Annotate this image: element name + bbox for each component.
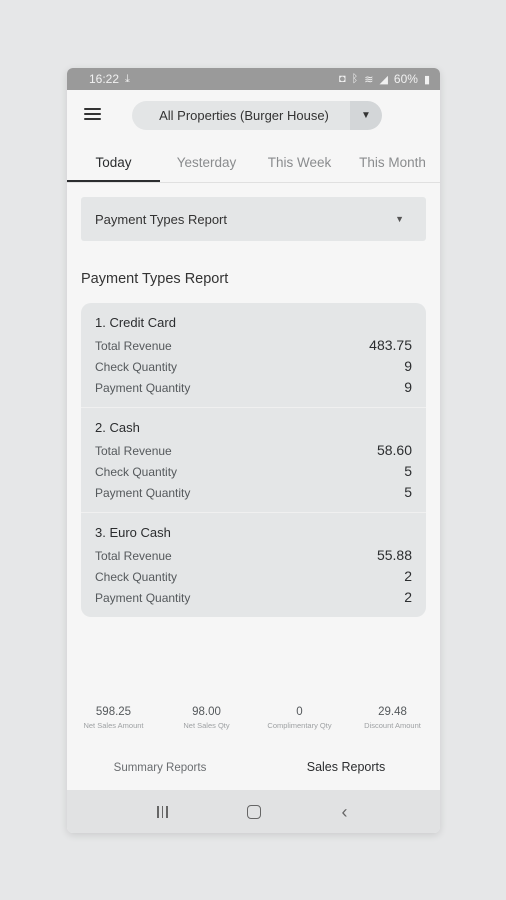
nav-summary-reports[interactable]: Summary Reports bbox=[67, 752, 253, 790]
row-label: Check Quantity bbox=[95, 465, 178, 479]
battery-icon: ▮ bbox=[423, 73, 430, 86]
payment-row: Total Revenue 58.60 bbox=[95, 442, 412, 463]
row-label: Total Revenue bbox=[95, 444, 172, 458]
property-selector[interactable]: All Properties (Burger House) ▼ bbox=[132, 101, 382, 130]
alarm-icon: ◘ bbox=[338, 73, 346, 85]
nav-sales-reports[interactable]: Sales Reports bbox=[253, 752, 439, 790]
tab-today[interactable]: Today bbox=[67, 138, 160, 182]
tab-this-week[interactable]: This Week bbox=[253, 138, 346, 182]
payment-row: Total Revenue 55.88 bbox=[95, 547, 412, 568]
summary-value: 598.25 bbox=[95, 706, 132, 718]
row-value: 2 bbox=[404, 568, 412, 584]
caret-down-icon[interactable]: ▼ bbox=[350, 101, 382, 130]
tab-this-month[interactable]: This Month bbox=[346, 138, 439, 182]
wifi-icon: ≋ bbox=[364, 73, 374, 86]
row-value: 55.88 bbox=[376, 547, 412, 563]
payment-row: Payment Quantity 2 bbox=[95, 589, 412, 610]
summary-label: Discount Amount bbox=[364, 721, 421, 730]
summary-complimentary-qty: 0 Complimentary Qty bbox=[253, 706, 346, 730]
row-value: 58.60 bbox=[376, 442, 412, 458]
back-icon: ‹ bbox=[341, 801, 348, 822]
row-value: 9 bbox=[404, 379, 412, 395]
signal-icon: ◢ bbox=[379, 73, 388, 86]
status-time: 16:22 bbox=[89, 72, 120, 86]
summary-net-sales-amount: 598.25 Net Sales Amount bbox=[67, 706, 160, 730]
summary-net-sales-qty: 98.00 Net Sales Qty bbox=[160, 706, 253, 730]
phone-screen: 16:22 ⤓ ◘ ᛒ ≋ ◢ 60% ▮ All Properties (Bu… bbox=[67, 68, 440, 833]
back-button[interactable]: ‹ bbox=[325, 797, 365, 827]
row-value: 5 bbox=[404, 463, 412, 479]
recent-apps-icon bbox=[157, 805, 168, 818]
row-value: 2 bbox=[404, 589, 412, 605]
battery-percent: 60% bbox=[393, 72, 418, 86]
row-label: Total Revenue bbox=[95, 339, 172, 353]
recent-apps-button[interactable] bbox=[143, 797, 183, 827]
payment-title: 2. Cash bbox=[95, 420, 140, 435]
hamburger-menu-icon[interactable] bbox=[84, 108, 101, 120]
caret-down-icon: ▼ bbox=[395, 214, 404, 224]
row-value: 5 bbox=[404, 484, 412, 500]
payment-row: Check Quantity 2 bbox=[95, 568, 412, 589]
payment-row: Check Quantity 9 bbox=[95, 358, 412, 379]
payment-types-card: 1. Credit Card Total Revenue 483.75 Chec… bbox=[81, 303, 426, 617]
row-label: Check Quantity bbox=[95, 570, 178, 584]
summary-discount-amount: 29.48 Discount Amount bbox=[346, 706, 439, 730]
row-label: Check Quantity bbox=[95, 360, 178, 374]
row-value: 9 bbox=[404, 358, 412, 374]
summary-value: 0 bbox=[296, 706, 303, 718]
summary-label: Complimentary Qty bbox=[267, 721, 332, 730]
status-bar: 16:22 ⤓ ◘ ᛒ ≋ ◢ 60% ▮ bbox=[67, 68, 440, 90]
payment-block: 1. Credit Card Total Revenue 483.75 Chec… bbox=[81, 303, 426, 408]
system-nav-bar: ‹ bbox=[67, 790, 440, 833]
property-selector-label: All Properties (Burger House) bbox=[159, 108, 329, 123]
tab-yesterday[interactable]: Yesterday bbox=[160, 138, 253, 182]
home-icon bbox=[246, 804, 261, 819]
row-value: 483.75 bbox=[369, 337, 412, 353]
summary-value: 29.48 bbox=[378, 706, 407, 718]
summary-label: Net Sales Qty bbox=[183, 721, 230, 730]
payment-block: 3. Euro Cash Total Revenue 55.88 Check Q… bbox=[81, 513, 426, 617]
payment-row: Total Revenue 483.75 bbox=[95, 337, 412, 358]
download-icon: ⤓ bbox=[125, 72, 130, 85]
period-tabs: Today Yesterday This Week This Month bbox=[67, 138, 440, 183]
bottom-nav: Summary Reports Sales Reports bbox=[67, 752, 440, 790]
row-label: Payment Quantity bbox=[95, 591, 191, 605]
home-button[interactable] bbox=[234, 797, 274, 827]
summary-value: 98.00 bbox=[192, 706, 221, 718]
payment-row: Payment Quantity 5 bbox=[95, 484, 412, 505]
report-type-dropdown[interactable]: Payment Types Report ▼ bbox=[81, 197, 426, 241]
app-bar: All Properties (Burger House) ▼ bbox=[67, 90, 440, 138]
payment-title: 1. Credit Card bbox=[95, 315, 176, 330]
row-label: Payment Quantity bbox=[95, 381, 191, 395]
payment-title: 3. Euro Cash bbox=[95, 525, 171, 540]
row-label: Total Revenue bbox=[95, 549, 172, 563]
row-label: Payment Quantity bbox=[95, 486, 191, 500]
payment-row: Check Quantity 5 bbox=[95, 463, 412, 484]
summary-bar: 598.25 Net Sales Amount 98.00 Net Sales … bbox=[67, 706, 440, 730]
payment-row: Payment Quantity 9 bbox=[95, 379, 412, 400]
bluetooth-icon: ᛒ bbox=[351, 73, 359, 85]
report-type-label: Payment Types Report bbox=[95, 211, 227, 227]
summary-label: Net Sales Amount bbox=[83, 721, 144, 730]
section-title: Payment Types Report bbox=[81, 271, 229, 287]
payment-block: 2. Cash Total Revenue 58.60 Check Quanti… bbox=[81, 408, 426, 513]
